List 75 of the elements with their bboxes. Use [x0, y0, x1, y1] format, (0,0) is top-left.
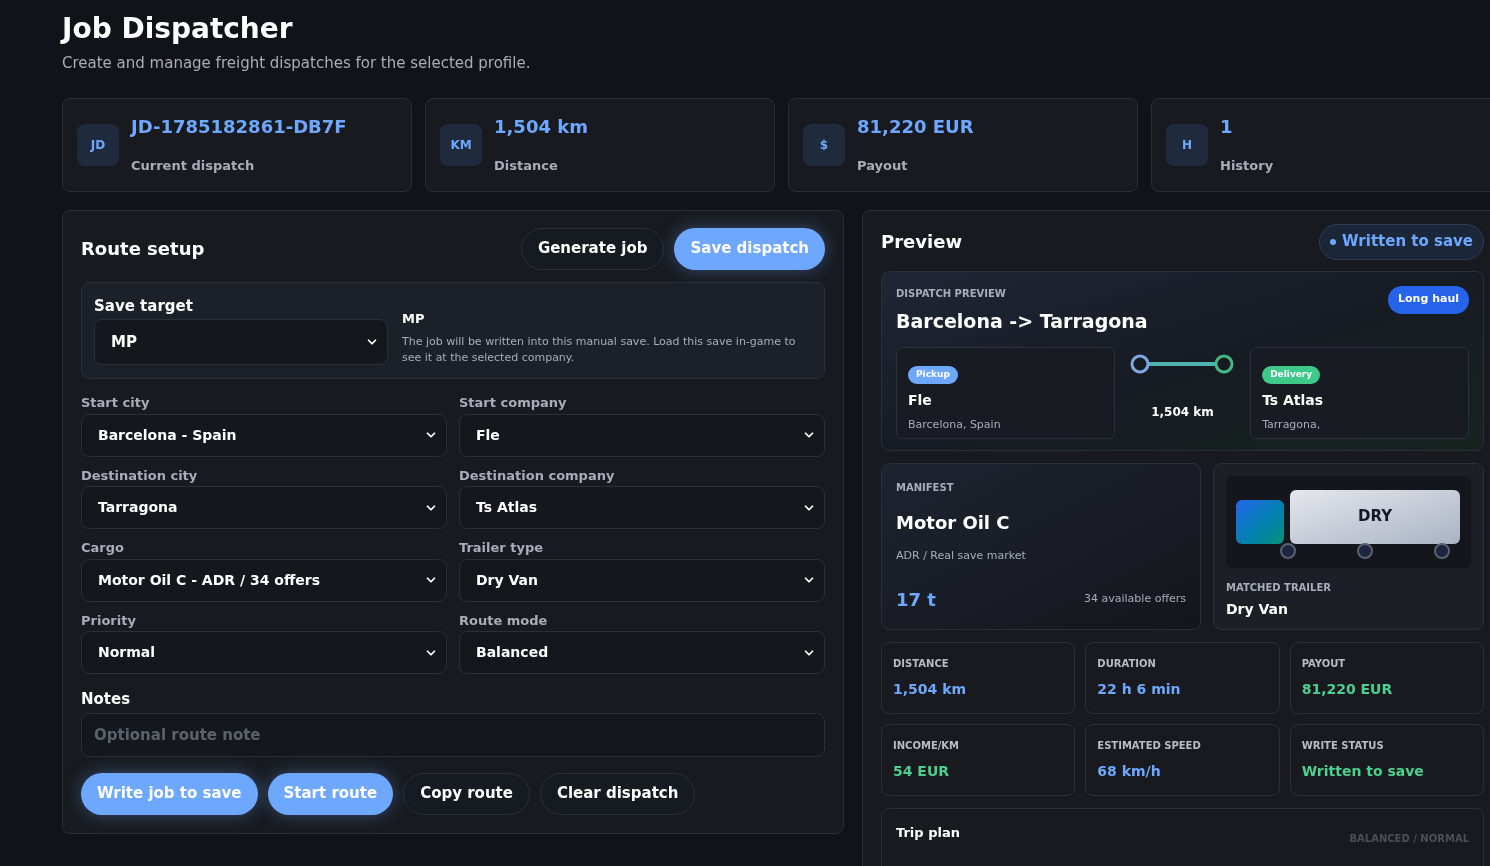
metric-label: WRITE STATUS — [1301, 738, 1385, 753]
field-label: Start city — [81, 394, 151, 412]
cargo-name: Motor Oil C — [896, 510, 1011, 535]
eyebrow-text: MATCHED TRAILER — [1226, 580, 1332, 595]
stat-value: 1 — [1220, 115, 1234, 140]
stop-company: Fle — [908, 391, 933, 410]
field-label: Cargo — [81, 539, 125, 557]
metric-label: INCOME/KM — [893, 738, 961, 753]
field-label: Start company — [459, 394, 568, 412]
route-distance: 1,504 km — [1151, 404, 1214, 421]
metric-value: 68 km/h — [1097, 761, 1162, 781]
select-field[interactable]: Barcelona - Spain — [81, 413, 447, 457]
metric-label: ESTIMATED SPEED — [1097, 738, 1202, 753]
stop-place: Tarragona, — [1262, 417, 1322, 433]
stat-badge: JD — [77, 123, 119, 166]
metric-label: DURATION — [1097, 656, 1157, 671]
trailer-plate: DRY — [1290, 489, 1460, 544]
select-field[interactable]: Normal — [81, 631, 447, 674]
metric-label: PAYOUT — [1301, 656, 1347, 671]
stop-badge: Delivery — [1262, 366, 1321, 384]
offers-count: 34 available offers — [1084, 591, 1186, 608]
stat-label: Payout — [857, 157, 909, 176]
metric-value: 54 EUR — [893, 761, 951, 781]
metric-label: DISTANCE — [893, 656, 950, 671]
metric-value: 1,504 km — [893, 679, 968, 699]
stat-value: JD-1785182861-DB7F — [131, 115, 347, 140]
route-title: Barcelona -> Tarragona — [896, 308, 1148, 334]
select-field[interactable]: Fle — [459, 413, 825, 457]
stat-label: Distance — [494, 157, 559, 176]
metric-value: Written to save — [1301, 761, 1425, 781]
select-field[interactable]: MP — [94, 319, 388, 365]
metric-value: 22 h 6 min — [1097, 679, 1182, 699]
stat-value: 1,504 km — [494, 115, 588, 140]
eyebrow-text: DISPATCH PREVIEW — [896, 286, 1007, 301]
action-button[interactable]: Clear dispatch — [539, 772, 696, 815]
trip-plan-mode: BALANCED / NORMAL — [1349, 831, 1469, 846]
page-title: Job Dispatcher — [62, 12, 294, 46]
field-label: Destination company — [459, 466, 616, 485]
select-field[interactable]: Motor Oil C - ADR / 34 offers — [81, 558, 447, 602]
stat-badge: H — [1166, 123, 1208, 166]
cargo-detail: ADR / Real save market — [896, 547, 1027, 564]
trailer-name: Dry Van — [1226, 599, 1289, 619]
select-field[interactable]: Tarragona — [81, 486, 447, 529]
stat-badge: KM — [440, 123, 482, 166]
route-tag: Long haul — [1388, 285, 1469, 314]
field-label: Save target — [94, 295, 194, 317]
stop-company: Ts Atlas — [1262, 391, 1325, 410]
select-field[interactable]: Ts Atlas — [459, 486, 825, 529]
stat-badge: $ — [803, 123, 845, 166]
action-button[interactable]: Generate job — [520, 227, 665, 270]
select-field[interactable]: Balanced — [459, 631, 825, 674]
page-subtitle: Create and manage freight dispatches for the selected profile. — [62, 53, 532, 74]
trip-plan-title: Trip plan — [896, 823, 960, 842]
field-label: Notes — [81, 689, 132, 710]
panel-title: Route setup — [81, 237, 205, 261]
truck-cab-icon — [1236, 499, 1284, 544]
metric-value: 81,220 EUR — [1301, 679, 1394, 699]
cargo-weight: 17 t — [896, 588, 936, 612]
stat-label: History — [1220, 157, 1274, 176]
notes-field[interactable]: Optional route note — [81, 712, 825, 757]
stop-place: Barcelona, Spain — [908, 417, 1002, 433]
info-text: The job will be written into this manual save. Load this save in-game to see it at the selected company. — [402, 334, 797, 366]
field-label: Destination city — [81, 466, 199, 485]
info-title: MP — [402, 309, 426, 328]
field-label: Trailer type — [459, 539, 545, 557]
panel-title: Preview — [881, 230, 963, 254]
action-button[interactable]: Copy route — [403, 772, 530, 815]
stat-label: Current dispatch — [131, 157, 256, 176]
stop-badge: Pickup — [908, 366, 958, 384]
eyebrow-text: MANIFEST — [896, 480, 955, 495]
stat-value: 81,220 EUR — [857, 115, 974, 140]
field-label: Priority — [81, 611, 137, 630]
select-field[interactable]: Dry Van — [459, 558, 825, 602]
status-pill: Written to save — [1319, 223, 1484, 260]
field-label: Route mode — [459, 611, 549, 630]
